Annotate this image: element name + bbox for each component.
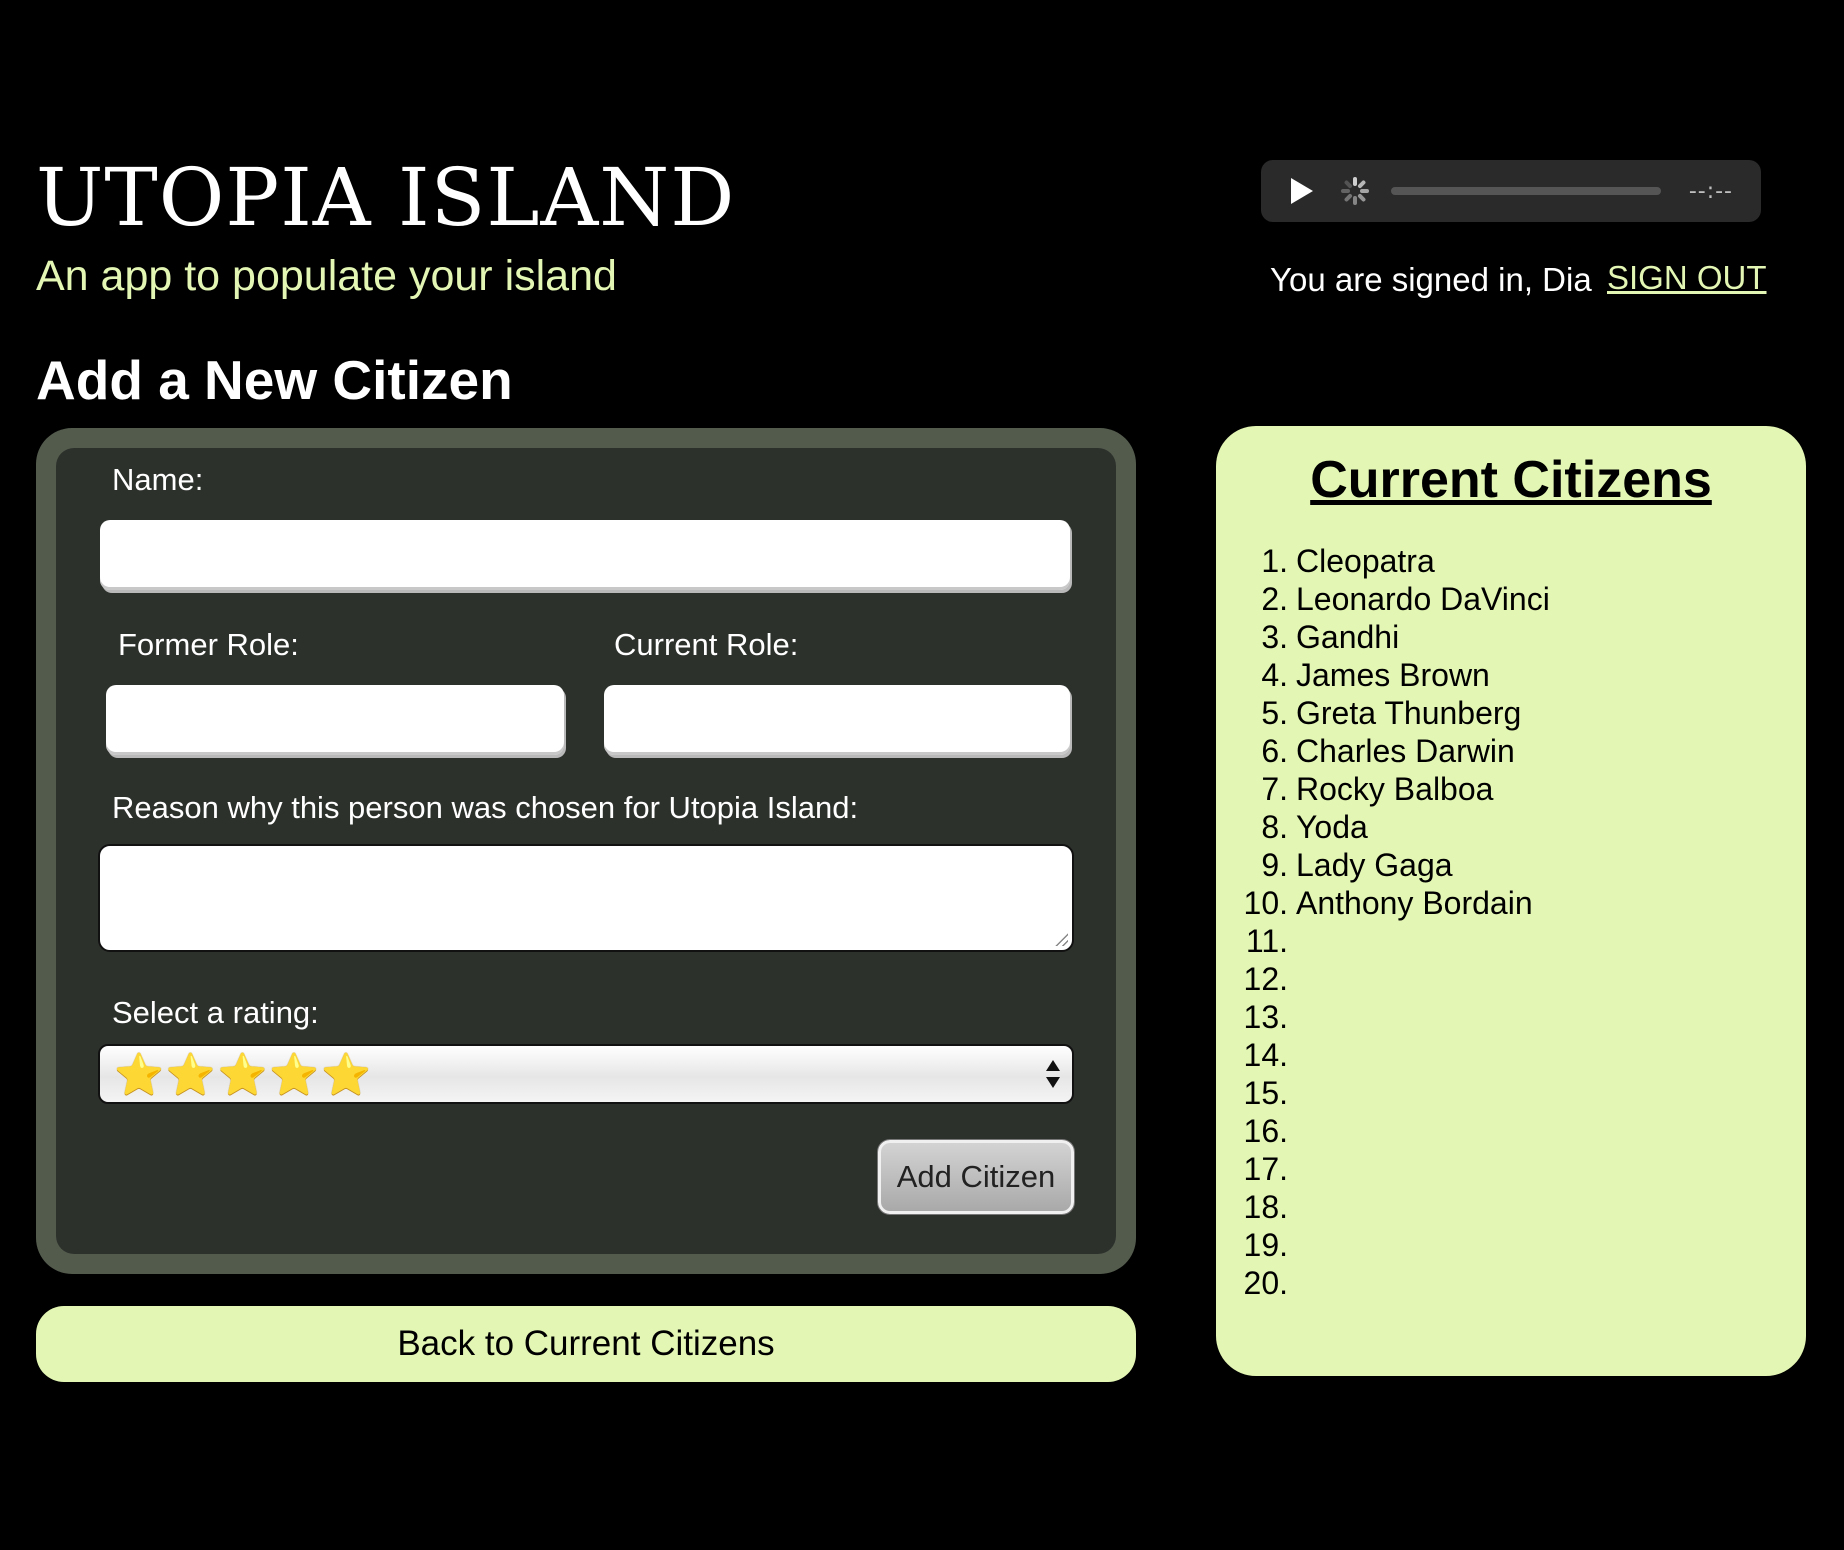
citizen-number: 3. [1261, 619, 1288, 655]
reason-label: Reason why this person was chosen for Ut… [112, 790, 859, 825]
citizen-list-item: 16. [1216, 1112, 1806, 1150]
citizen-number: 14. [1243, 1037, 1288, 1073]
citizen-list-item: 15. [1216, 1074, 1806, 1112]
citizen-number: 8. [1261, 809, 1288, 845]
citizen-number: 20. [1243, 1265, 1288, 1301]
reason-textarea[interactable] [98, 844, 1074, 952]
citizen-number: 15. [1243, 1075, 1288, 1111]
citizen-number: 19. [1243, 1227, 1288, 1263]
citizen-list-item: 2. Leonardo DaVinci [1216, 580, 1806, 618]
loading-spinner-icon [1341, 177, 1369, 205]
citizen-name: Greta Thunberg [1296, 695, 1522, 731]
citizen-list: 1. Cleopatra 2. Leonardo DaVinci 3. Gandhi 4. J… [1216, 542, 1806, 1302]
rating-select[interactable]: ⭐⭐⭐⭐⭐ [98, 1044, 1074, 1104]
audio-time: --:-- [1688, 178, 1733, 204]
citizen-list-item: 8. Yoda [1216, 808, 1806, 846]
citizen-list-item: 18. [1216, 1188, 1806, 1226]
citizen-list-item: 19. [1216, 1226, 1806, 1264]
citizen-list-item: 6. Charles Darwin [1216, 732, 1806, 770]
name-input[interactable] [100, 520, 1070, 590]
citizen-list-item: 14. [1216, 1036, 1806, 1074]
citizen-list-item: 17. [1216, 1150, 1806, 1188]
citizen-name: Gandhi [1296, 619, 1400, 655]
former-role-label: Former Role: [118, 627, 299, 662]
citizens-title: Current Citizens [1310, 451, 1712, 509]
citizen-list-item: 11. [1216, 922, 1806, 960]
citizen-list-item: 3. Gandhi [1216, 618, 1806, 656]
page-title: Add a New Citizen [36, 349, 513, 411]
app-title: UTOPIA ISLAND [36, 151, 736, 244]
form-body: Name: Former Role: Current Role: Reason … [56, 448, 1116, 1254]
current-role-input[interactable] [604, 685, 1070, 755]
citizen-number: 1. [1261, 543, 1288, 579]
back-to-citizens-button[interactable]: Back to Current Citizens [36, 1306, 1136, 1382]
citizen-number: 17. [1243, 1151, 1288, 1187]
citizen-name: Rocky Balboa [1296, 771, 1494, 807]
select-arrows-icon [1046, 1058, 1060, 1092]
audio-player: --:-- [1261, 160, 1761, 222]
current-role-label: Current Role: [614, 627, 799, 662]
citizen-number: 6. [1261, 733, 1288, 769]
citizen-number: 5. [1261, 695, 1288, 731]
citizen-list-item: 7. Rocky Balboa [1216, 770, 1806, 808]
citizen-number: 16. [1243, 1113, 1288, 1149]
citizen-list-item: 10. Anthony Bordain [1216, 884, 1806, 922]
current-citizens-panel: Current Citizens 1. Cleopatra 2. Leonardo D… [1216, 426, 1806, 1376]
add-citizen-form: Name: Former Role: Current Role: Reason … [36, 428, 1136, 1274]
citizen-number: 13. [1243, 999, 1288, 1035]
rating-stars: ⭐⭐⭐⭐⭐ [114, 1051, 374, 1098]
play-icon[interactable] [1291, 178, 1313, 204]
citizen-name: Anthony Bordain [1296, 885, 1533, 921]
rating-label: Select a rating: [112, 995, 319, 1030]
citizen-number: 9. [1261, 847, 1288, 883]
citizen-name: Lady Gaga [1296, 847, 1453, 883]
citizen-number: 7. [1261, 771, 1288, 807]
add-citizen-button[interactable]: Add Citizen [878, 1140, 1074, 1214]
citizen-list-item: 4. James Brown [1216, 656, 1806, 694]
citizen-name: James Brown [1296, 657, 1490, 693]
citizen-number: 18. [1243, 1189, 1288, 1225]
name-label: Name: [112, 462, 204, 497]
citizen-list-item: 13. [1216, 998, 1806, 1036]
citizen-name: Charles Darwin [1296, 733, 1515, 769]
sign-out-link[interactable]: SIGN OUT [1607, 256, 1767, 300]
citizen-list-item: 1. Cleopatra [1216, 542, 1806, 580]
citizen-number: 11. [1245, 923, 1288, 959]
resize-handle-icon[interactable] [1054, 932, 1068, 946]
audio-progress-bar[interactable] [1391, 187, 1661, 195]
citizen-number: 4. [1261, 657, 1288, 693]
citizen-number: 10. [1243, 885, 1288, 921]
citizen-list-item: 5. Greta Thunberg [1216, 694, 1806, 732]
app-tagline: An app to populate your island [36, 252, 617, 300]
citizen-name: Yoda [1296, 809, 1368, 845]
citizen-list-item: 9. Lady Gaga [1216, 846, 1806, 884]
former-role-input[interactable] [106, 685, 564, 755]
citizen-number: 2. [1261, 581, 1288, 617]
page: UTOPIA ISLAND An app to populate your is… [0, 0, 1844, 1550]
citizen-list-item: 20. [1216, 1264, 1806, 1302]
signed-in-status: You are signed in, Dia [1270, 261, 1592, 298]
citizen-name: Leonardo DaVinci [1296, 581, 1550, 617]
citizen-number: 12. [1243, 961, 1288, 997]
citizen-name: Cleopatra [1296, 543, 1435, 579]
citizen-list-item: 12. [1216, 960, 1806, 998]
